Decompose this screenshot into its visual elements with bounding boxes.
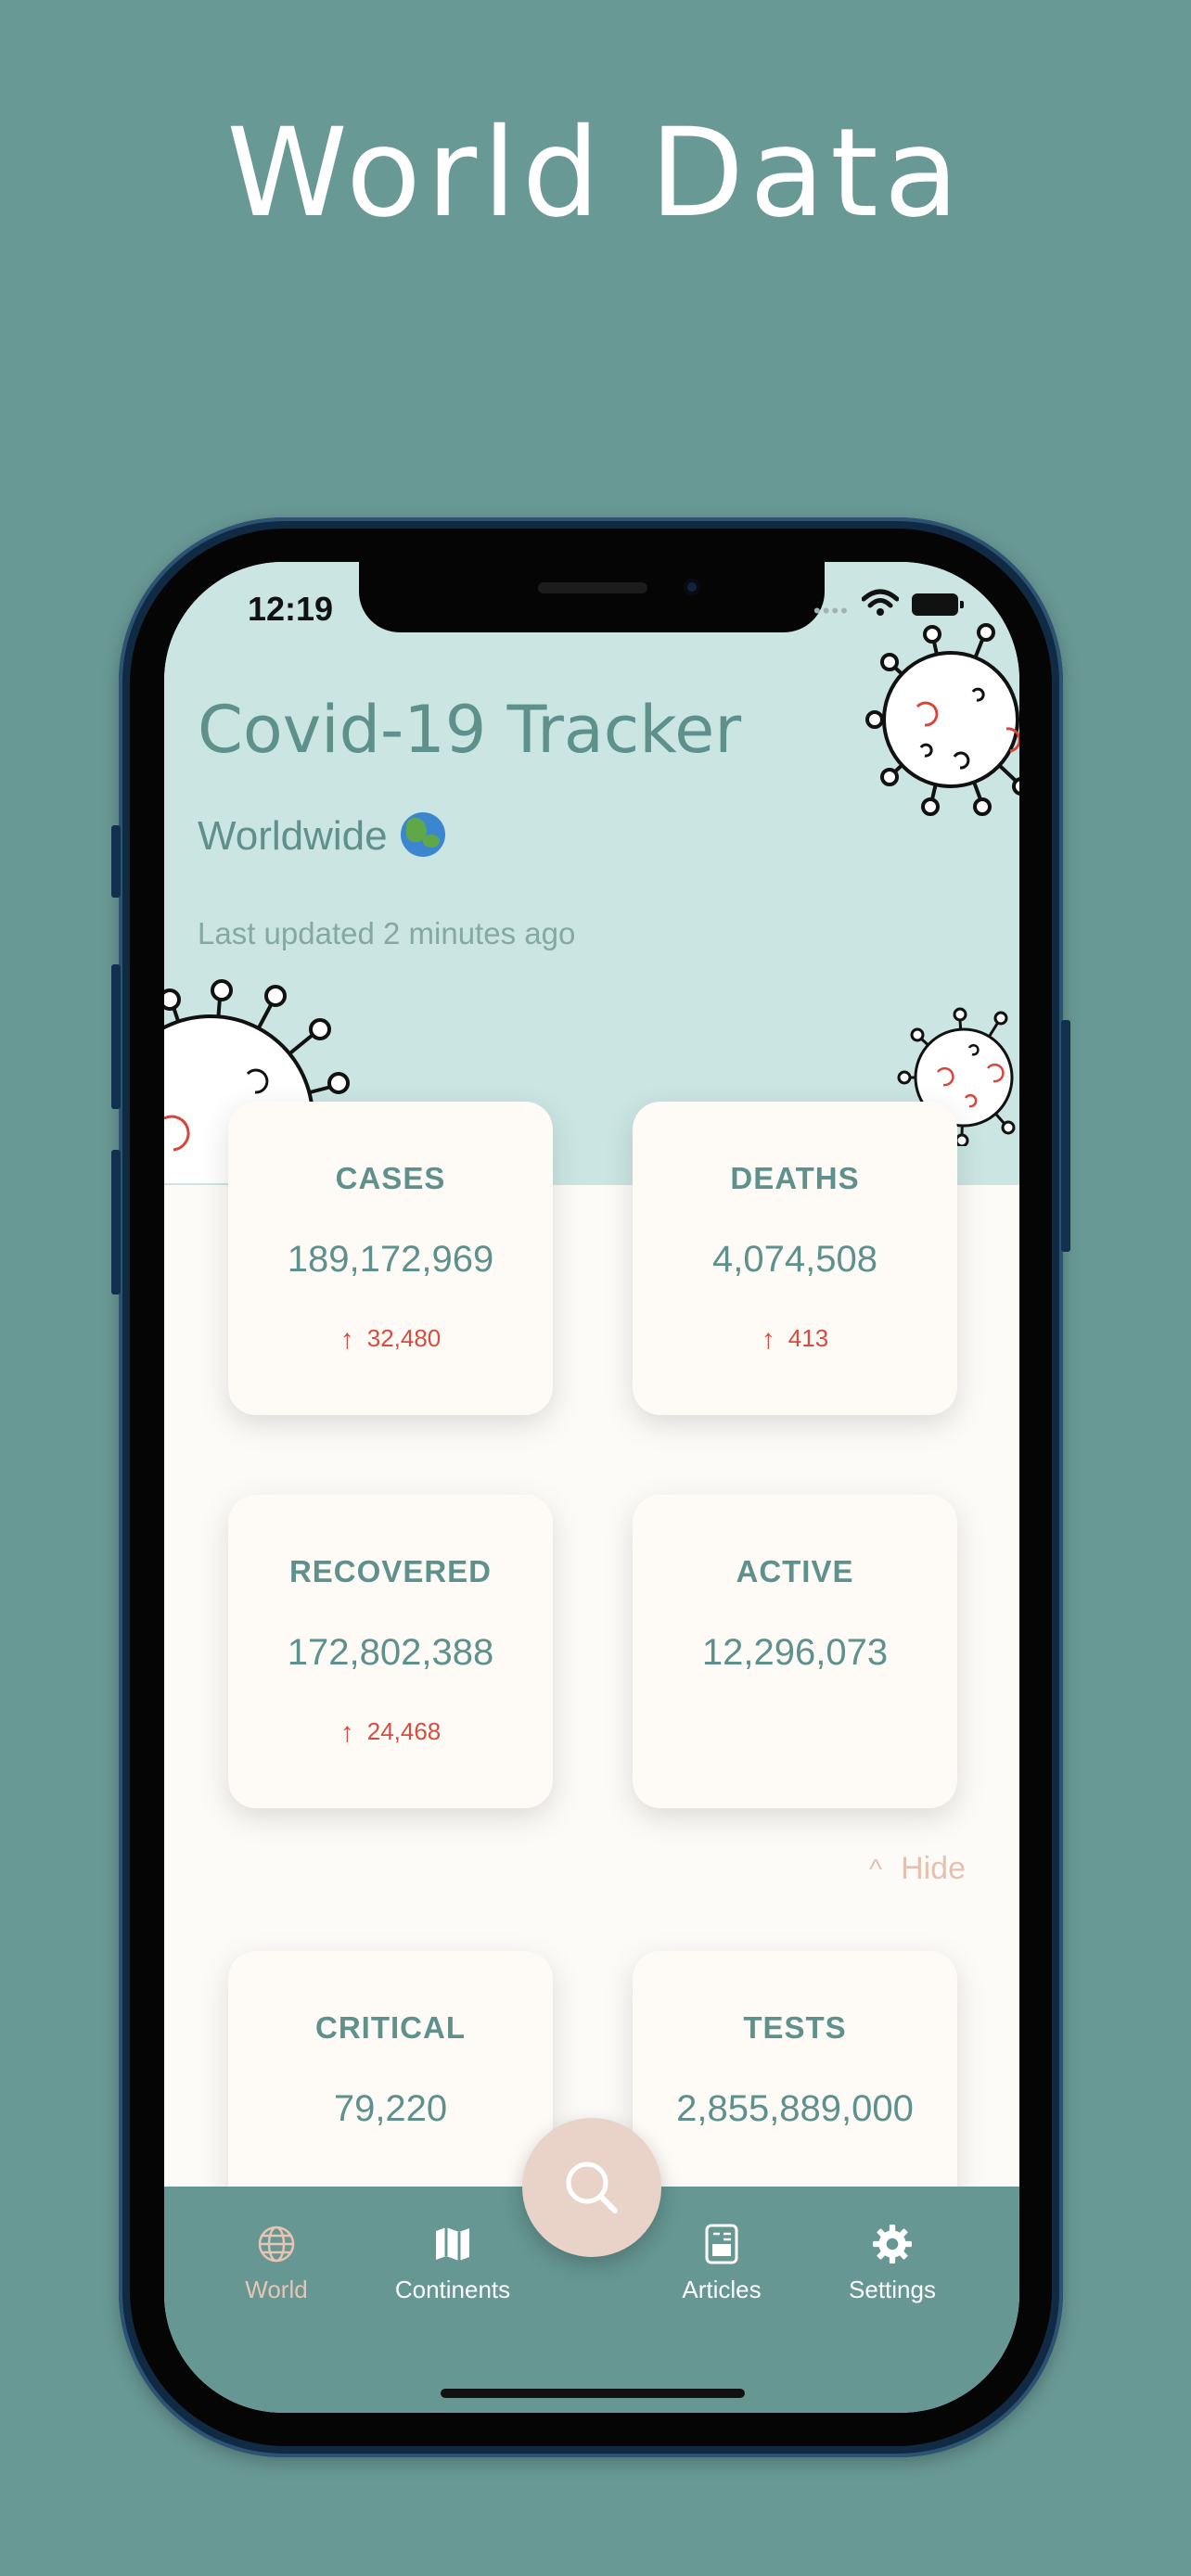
cases-card[interactable]: CASES 189,172,969 ↑ 32,480 [228,1102,553,1415]
arrow-up-icon: ↑ [339,1324,354,1355]
cases-label: CASES [335,1161,446,1195]
arrow-up-icon: ↑ [339,1717,354,1748]
virus-illustration-top-right [865,623,1019,816]
battery-icon [912,593,964,616]
tests-label: TESTS [743,2010,847,2045]
recovered-delta: ↑ 24,468 [228,1717,553,1749]
promo-title: World Data [226,102,965,245]
recovered-delta-value: 24,468 [366,1717,442,1745]
cases-value: 189,172,969 [287,1239,494,1280]
tests-value: 2,855,889,000 [676,2088,914,2129]
region-label: Worldwide [198,813,388,859]
tab-articles[interactable]: Articles [643,2222,800,2304]
recovered-card[interactable]: RECOVERED 172,802,388 ↑ 24,468 [228,1495,553,1808]
cases-delta-value: 32,480 [366,1324,442,1352]
deaths-delta-value: 413 [788,1324,829,1352]
deaths-delta: ↑ 413 [633,1324,957,1356]
active-value: 12,296,073 [701,1632,889,1673]
deaths-card[interactable]: DEATHS 4,074,508 ↑ 413 [633,1102,957,1415]
critical-label: CRITICAL [315,2010,466,2045]
globe-emoji-icon [400,812,445,857]
volume-down-button [111,1150,121,1294]
cases-delta: ↑ 32,480 [228,1324,553,1356]
recovered-value: 172,802,388 [287,1632,494,1673]
arrow-up-icon: ↑ [761,1324,775,1355]
front-camera [684,579,700,595]
search-button[interactable] [522,2118,661,2257]
tab-world[interactable]: World [198,2222,355,2304]
signal-icon: •••• [813,599,850,622]
app-title: Covid-19 Tracker [198,692,742,768]
gear-icon [873,2225,912,2264]
status-time: 12:19 [248,590,334,628]
active-label: ACTIVE [736,1554,854,1588]
region-heading: Worldwide [198,812,445,860]
power-button [1061,1020,1070,1252]
hide-label: Hide [901,1851,967,1886]
home-indicator[interactable] [441,2389,745,2398]
chevron-up-icon: ^ [869,1855,883,1885]
app-screen: 12:19 •••• Covid-19 Tracker Worldwide La… [164,562,1019,2413]
hide-toggle[interactable]: ^ Hide [869,1851,966,1887]
volume-up-button [111,964,121,1109]
recovered-label: RECOVERED [288,1554,493,1588]
tab-settings[interactable]: Settings [813,2222,971,2304]
earpiece-speaker [538,582,647,593]
globe-icon [258,2225,295,2263]
mute-switch [111,825,121,898]
deaths-label: DEATHS [730,1161,860,1195]
tab-continents[interactable]: Continents [374,2222,531,2304]
map-icon [436,2227,469,2261]
last-updated-text: Last updated 2 minutes ago [198,916,576,950]
tab-world-label: World [245,2276,308,2303]
deaths-value: 4,074,508 [712,1239,877,1280]
tab-continents-label: Continents [394,2276,511,2303]
critical-value: 79,220 [333,2088,448,2129]
article-icon [705,2224,738,2264]
tab-settings-label: Settings [849,2276,936,2303]
wifi-icon [862,589,899,616]
camera-notch [359,562,825,632]
search-icon [566,2162,618,2213]
active-card[interactable]: ACTIVE 12,296,073 [633,1495,957,1808]
tab-articles-label: Articles [682,2276,762,2303]
